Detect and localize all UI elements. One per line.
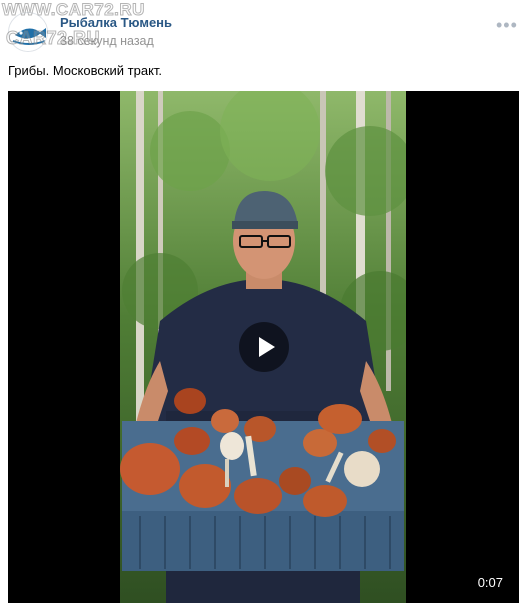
video-player[interactable]: 0:07 [8, 91, 519, 603]
post-text: Грибы. Московский тракт. [8, 63, 163, 78]
more-options-icon[interactable]: ••• [496, 16, 517, 36]
fish-logo-icon [10, 14, 47, 51]
wall-post: Рыбалка Тюмень 38 секунд назад ••• WWW.C… [0, 0, 528, 605]
post-header: Рыбалка Тюмень 38 секунд назад ••• [0, 0, 528, 56]
play-button[interactable] [239, 322, 289, 372]
group-avatar[interactable] [8, 12, 48, 52]
post-timestamp[interactable]: 38 секунд назад [60, 34, 154, 48]
video-duration: 0:07 [477, 575, 503, 590]
post-author-link[interactable]: Рыбалка Тюмень [60, 15, 172, 30]
